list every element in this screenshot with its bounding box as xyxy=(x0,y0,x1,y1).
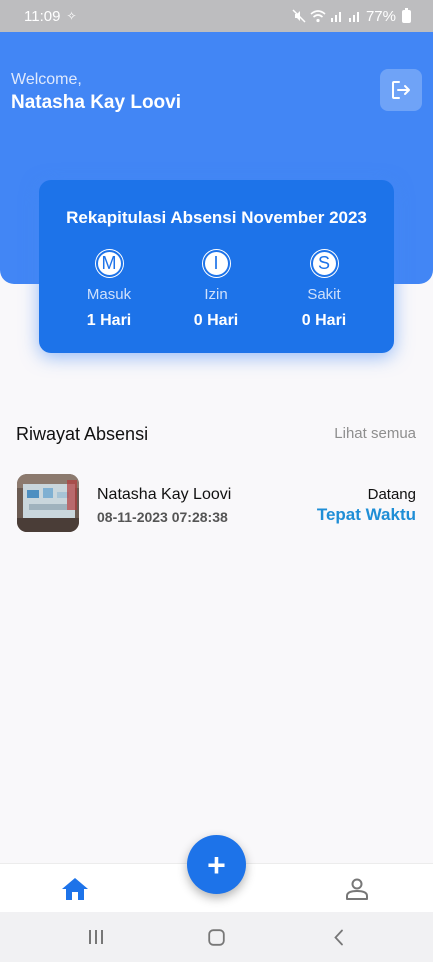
back-icon xyxy=(334,929,343,946)
history-status: Tepat Waktu xyxy=(316,505,416,524)
stat-label: Sakit xyxy=(307,286,341,303)
sakit-badge: S xyxy=(310,250,338,277)
history-title: Riwayat Absensi xyxy=(16,424,149,444)
masuk-badge: M xyxy=(95,250,123,277)
stat-value: 0 Hari xyxy=(301,312,347,329)
signal-icon-2 xyxy=(348,12,359,22)
stat-label: Izin xyxy=(204,286,228,303)
stat-izin: I Izin 0 Hari xyxy=(161,250,271,330)
signal-icon xyxy=(330,12,341,22)
recents-button[interactable] xyxy=(87,929,105,950)
history-type: Datang xyxy=(367,486,416,503)
see-all-link[interactable]: Lihat semua xyxy=(334,425,416,442)
attendance-photo xyxy=(17,474,79,532)
attendance-summary-card: Rekapitulasi Absensi November 2023 M Mas… xyxy=(39,180,394,353)
logout-icon xyxy=(392,81,410,99)
history-datetime: 08-11-2023 07:28:38 xyxy=(97,509,228,525)
stat-masuk: M Masuk 1 Hari xyxy=(54,250,164,330)
summary-title: Rekapitulasi Absensi November 2023 xyxy=(66,208,367,227)
status-time: 11:09 xyxy=(24,7,61,25)
stat-sakit: S Sakit 0 Hari xyxy=(269,250,379,330)
history-name: Natasha Kay Loovi xyxy=(97,486,232,503)
system-home-icon xyxy=(208,929,225,946)
wand-icon: ✧ xyxy=(66,9,77,23)
wifi-icon xyxy=(310,9,326,22)
welcome-text: Welcome, xyxy=(11,71,82,88)
mute-icon xyxy=(292,9,306,23)
recents-icon xyxy=(89,930,103,944)
status-bar: 11:09 ✧ 77% xyxy=(0,0,433,32)
list-item[interactable]: Natasha Kay Loovi 08-11-2023 07:28:38 Da… xyxy=(17,474,417,534)
stat-value: 1 Hari xyxy=(86,312,132,329)
battery-icon xyxy=(402,7,411,23)
person-icon xyxy=(346,878,368,900)
stat-label: Masuk xyxy=(86,286,132,303)
user-name: Natasha Kay Loovi xyxy=(11,92,181,113)
system-navigation-bar xyxy=(0,912,433,962)
stat-value: 0 Hari xyxy=(193,312,239,329)
battery-percent: 77% xyxy=(365,7,396,25)
nav-home-button[interactable] xyxy=(61,877,89,906)
izin-badge: I xyxy=(202,250,230,277)
nav-profile-button[interactable] xyxy=(345,877,369,906)
back-button[interactable] xyxy=(333,929,345,951)
logout-button[interactable] xyxy=(380,69,422,111)
system-home-button[interactable] xyxy=(208,929,225,951)
home-icon xyxy=(62,878,88,900)
add-attendance-button[interactable]: + xyxy=(187,835,246,894)
